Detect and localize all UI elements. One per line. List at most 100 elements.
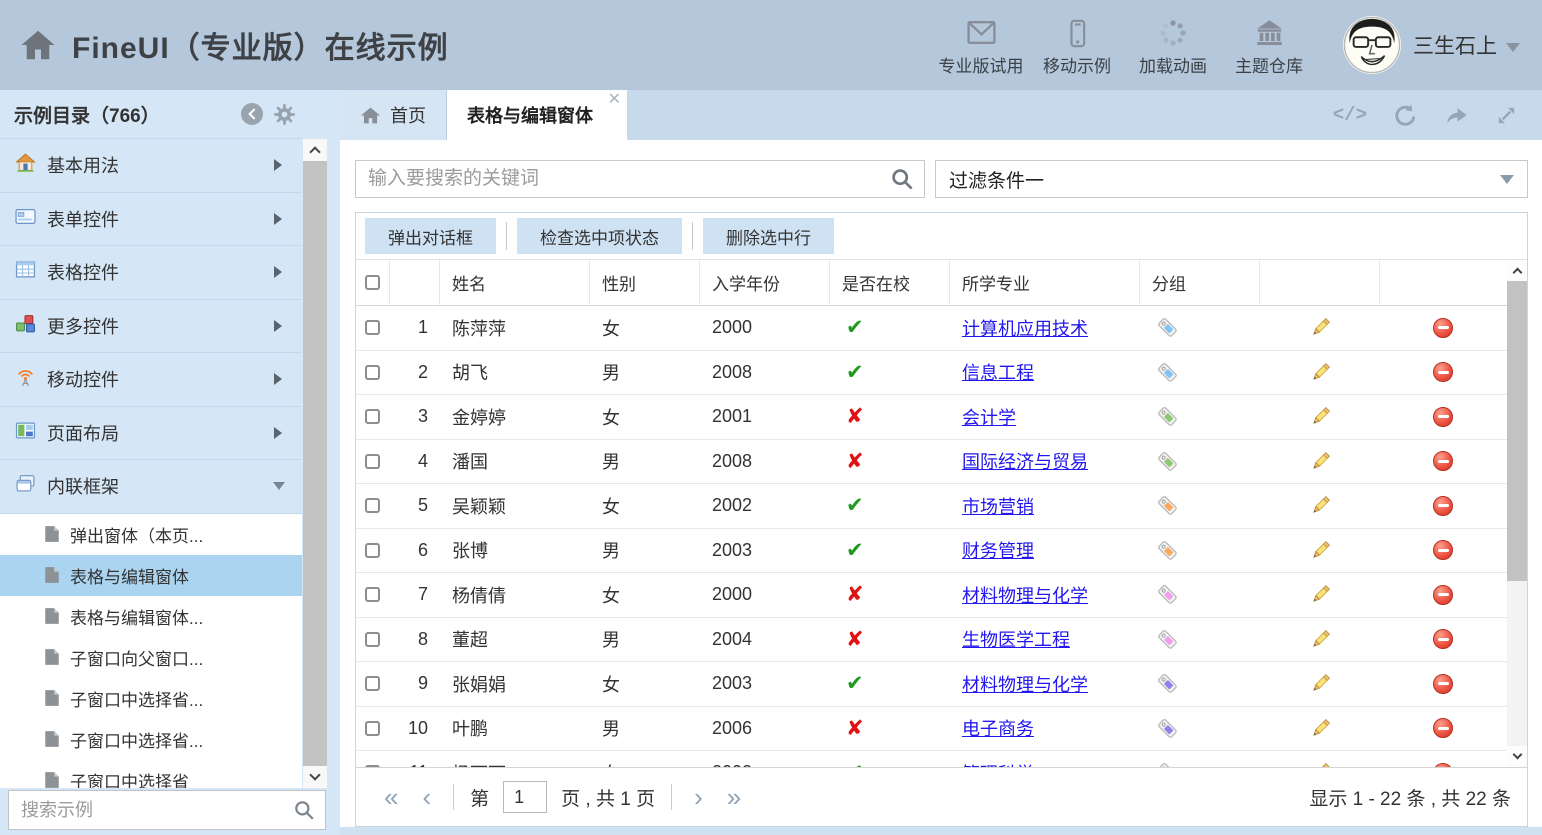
scroll-up-icon[interactable] — [1507, 260, 1527, 281]
tab-toolbar: </> — [1333, 90, 1542, 140]
delete-row-button[interactable] — [1380, 395, 1506, 439]
header-action[interactable]: 专业版试用 — [933, 14, 1029, 77]
row-checkbox[interactable] — [356, 395, 390, 439]
sidebar-item[interactable]: 子窗口中选择省... — [0, 719, 302, 760]
share-icon[interactable] — [1444, 103, 1469, 128]
delete-row-button[interactable] — [1380, 306, 1506, 350]
row-checkbox[interactable] — [356, 351, 390, 395]
sidebar-item[interactable]: 子窗口中选择省... — [0, 678, 302, 719]
toolbar-button-2[interactable]: 检查选中项状态 — [517, 218, 682, 254]
row-checkbox[interactable] — [356, 707, 390, 751]
next-page-button[interactable]: › — [682, 784, 715, 810]
edit-row-button[interactable] — [1260, 529, 1380, 573]
sidebar-item[interactable]: 表格与编辑窗体... — [0, 596, 302, 637]
scroll-down-icon[interactable] — [1507, 746, 1527, 767]
row-checkbox[interactable] — [356, 484, 390, 528]
scroll-down-icon[interactable] — [303, 766, 327, 788]
delete-row-button[interactable] — [1380, 351, 1506, 395]
delete-row-button[interactable] — [1380, 707, 1506, 751]
edit-row-button[interactable] — [1260, 484, 1380, 528]
edit-row-button[interactable] — [1260, 751, 1380, 767]
delete-row-button[interactable] — [1380, 529, 1506, 573]
avatar[interactable] — [1343, 16, 1401, 74]
sidebar-group[interactable]: 表单控件 — [0, 193, 302, 247]
header-action[interactable]: 加载动画 — [1125, 14, 1221, 77]
delete-row-button[interactable] — [1380, 440, 1506, 484]
last-page-button[interactable]: » — [715, 784, 753, 810]
edit-row-button[interactable] — [1260, 618, 1380, 662]
row-checkbox[interactable] — [356, 306, 390, 350]
collapse-sidebar-icon[interactable] — [241, 103, 263, 125]
major-link[interactable]: 材料物理与化学 — [962, 671, 1088, 697]
row-checkbox[interactable] — [356, 573, 390, 617]
sidebar-scrollbar-thumb[interactable] — [303, 161, 327, 766]
toolbar-button-1[interactable]: 弹出对话框 — [365, 218, 496, 254]
close-tab-icon[interactable]: ✕ — [608, 92, 621, 108]
tab-home[interactable]: 首页 — [340, 90, 447, 140]
sidebar-group[interactable]: 内联框架 — [0, 460, 302, 514]
edit-row-button[interactable] — [1260, 707, 1380, 751]
sidebar-group[interactable]: 移动控件 — [0, 353, 302, 407]
row-checkbox[interactable] — [356, 662, 390, 706]
delete-row-button[interactable] — [1380, 573, 1506, 617]
edit-row-button[interactable] — [1260, 440, 1380, 484]
expand-icon[interactable] — [1495, 104, 1518, 127]
major-link[interactable]: 财务管理 — [962, 537, 1034, 563]
tab-bar: 首页 表格与编辑窗体 ✕ </> — [340, 90, 1542, 140]
major-link[interactable]: 信息工程 — [962, 359, 1034, 385]
username[interactable]: 三生石上 — [1413, 30, 1497, 60]
sidebar-item[interactable]: 子窗口中选择省 — [0, 760, 302, 789]
major-link[interactable]: 国际经济与贸易 — [962, 448, 1088, 474]
settings-gear-icon[interactable] — [273, 103, 296, 126]
search-icon[interactable] — [293, 799, 315, 821]
major-link[interactable]: 市场营销 — [962, 493, 1034, 519]
delete-row-button[interactable] — [1380, 751, 1506, 767]
delete-row-button[interactable] — [1380, 662, 1506, 706]
refresh-icon[interactable] — [1393, 103, 1418, 128]
header-action[interactable]: 移动示例 — [1029, 14, 1125, 77]
delete-row-button[interactable] — [1380, 618, 1506, 662]
edit-row-button[interactable] — [1260, 662, 1380, 706]
sidebar-item[interactable]: 表格与编辑窗体 — [0, 555, 302, 596]
major-link[interactable]: 生物医学工程 — [962, 626, 1070, 652]
table-scrollbar-thumb[interactable] — [1507, 281, 1527, 581]
edit-row-button[interactable] — [1260, 395, 1380, 439]
filter-dropdown[interactable]: 过滤条件一 — [935, 160, 1528, 198]
table-row: 4潘国男2008✘国际经济与贸易 — [356, 440, 1507, 485]
sidebar-search-input[interactable] — [9, 800, 293, 821]
row-checkbox[interactable] — [356, 618, 390, 662]
row-checkbox[interactable] — [356, 440, 390, 484]
sidebar-group[interactable]: 基本用法 — [0, 139, 302, 193]
table-scrollbar[interactable] — [1507, 260, 1527, 767]
major-link[interactable]: 管理科学 — [962, 760, 1034, 767]
scroll-up-icon[interactable] — [303, 139, 327, 161]
row-checkbox[interactable] — [356, 529, 390, 573]
sidebar-group[interactable]: 更多控件 — [0, 300, 302, 354]
edit-row-button[interactable] — [1260, 573, 1380, 617]
major-link[interactable]: 计算机应用技术 — [962, 315, 1088, 341]
keyword-search-input[interactable] — [356, 168, 890, 190]
delete-row-button[interactable] — [1380, 484, 1506, 528]
view-source-icon[interactable]: </> — [1333, 104, 1367, 126]
select-all-checkbox[interactable] — [356, 260, 390, 305]
major-link[interactable]: 会计学 — [962, 404, 1016, 430]
sidebar-group[interactable]: 页面布局 — [0, 407, 302, 461]
user-menu-caret-icon[interactable] — [1506, 43, 1520, 52]
sidebar-group[interactable]: 表格控件 — [0, 246, 302, 300]
header-action[interactable]: 主题仓库 — [1221, 14, 1317, 77]
sidebar-scrollbar[interactable] — [303, 139, 327, 788]
row-checkbox[interactable] — [356, 751, 390, 767]
major-link[interactable]: 材料物理与化学 — [962, 582, 1088, 608]
check-icon: ✔ — [846, 493, 864, 518]
edit-row-button[interactable] — [1260, 306, 1380, 350]
search-icon[interactable] — [890, 167, 914, 191]
tab-grid-edit-window[interactable]: 表格与编辑窗体 ✕ — [447, 90, 627, 140]
edit-row-button[interactable] — [1260, 351, 1380, 395]
first-page-button[interactable]: « — [372, 784, 410, 810]
sidebar-item[interactable]: 弹出窗体（本页... — [0, 514, 302, 555]
prev-page-button[interactable]: ‹ — [410, 784, 443, 810]
major-link[interactable]: 电子商务 — [962, 715, 1034, 741]
page-number-input[interactable] — [503, 781, 547, 813]
sidebar-item[interactable]: 子窗口向父窗口... — [0, 637, 302, 678]
toolbar-button-3[interactable]: 删除选中行 — [703, 218, 834, 254]
